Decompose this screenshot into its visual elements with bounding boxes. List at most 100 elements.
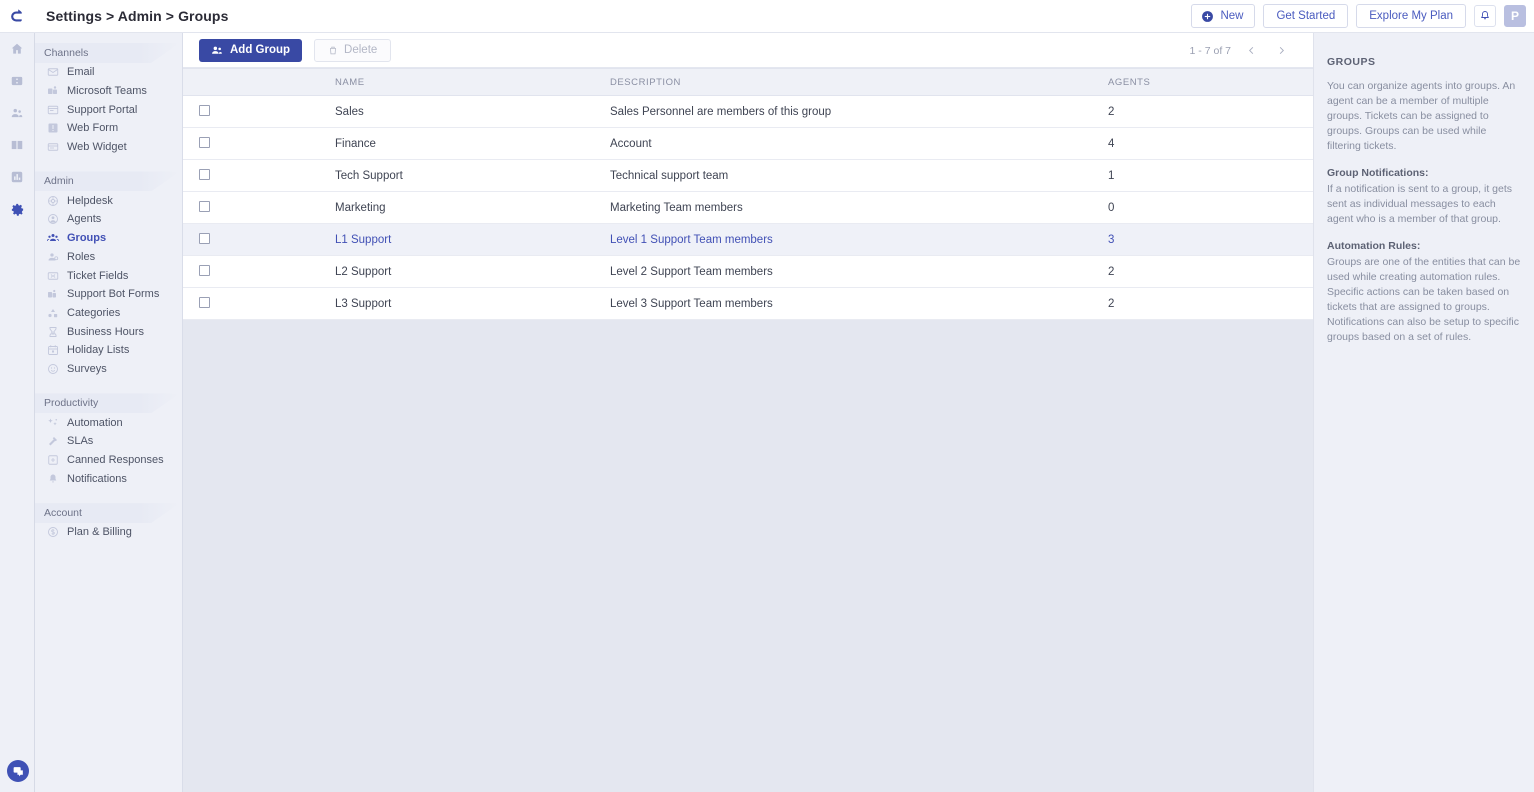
sidebar-item-web-form[interactable]: Web Form bbox=[35, 119, 182, 138]
row-checkbox[interactable] bbox=[199, 169, 210, 180]
explore-my-plan-button[interactable]: Explore My Plan bbox=[1356, 4, 1466, 28]
table-row[interactable]: MarketingMarketing Team members0 bbox=[183, 192, 1313, 224]
help-section-heading: Group Notifications: bbox=[1327, 167, 1521, 179]
row-select-cell bbox=[183, 256, 335, 288]
breadcrumb: Settings > Admin > Groups bbox=[46, 8, 228, 24]
table-row[interactable]: L1 SupportLevel 1 Support Team members3 bbox=[183, 224, 1313, 256]
cell-name[interactable]: L3 Support bbox=[335, 288, 610, 320]
cell-description: Account bbox=[610, 128, 1108, 160]
add-group-label: Add Group bbox=[230, 44, 290, 56]
sidebar-item-canned-responses[interactable]: Canned Responses bbox=[35, 451, 182, 470]
table-row[interactable]: SalesSales Personnel are members of this… bbox=[183, 96, 1313, 128]
sidebar-item-label: Surveys bbox=[67, 363, 107, 375]
sidebar-item-label: Automation bbox=[67, 417, 123, 429]
agent-icon bbox=[47, 213, 59, 225]
sidebar-section-label: Channels bbox=[35, 47, 88, 59]
explore-my-plan-label: Explore My Plan bbox=[1369, 10, 1453, 22]
sidebar-item-email[interactable]: Email bbox=[35, 63, 182, 82]
avatar[interactable]: P bbox=[1504, 5, 1526, 27]
cell-name[interactable]: L1 Support bbox=[335, 224, 610, 256]
get-started-button[interactable]: Get Started bbox=[1263, 4, 1348, 28]
pagination: 1 - 7 of 7 bbox=[1190, 33, 1313, 68]
rail-item-contacts[interactable] bbox=[0, 97, 35, 129]
brand-logo-icon[interactable] bbox=[0, 0, 35, 33]
table-header-row: NAME DESCRIPTION AGENTS bbox=[183, 69, 1313, 96]
sidebar-item-plan-billing[interactable]: Plan & Billing bbox=[35, 523, 182, 542]
table-row[interactable]: Tech SupportTechnical support team1 bbox=[183, 160, 1313, 192]
help-section: Automation Rules:Groups are one of the e… bbox=[1327, 240, 1521, 345]
add-group-button[interactable]: Add Group bbox=[199, 39, 302, 62]
column-header-name[interactable]: NAME bbox=[335, 69, 610, 96]
table-row[interactable]: L2 SupportLevel 2 Support Team members2 bbox=[183, 256, 1313, 288]
sidebar-item-agents[interactable]: Agents bbox=[35, 210, 182, 229]
sidebar-item-categories[interactable]: Categories bbox=[35, 304, 182, 323]
settings-sidebar: Channels EmailMicrosoft TeamsSupport Port… bbox=[35, 33, 183, 792]
cell-agents: 3 bbox=[1108, 224, 1313, 256]
new-button-label: New bbox=[1220, 10, 1243, 22]
chevron-left-icon[interactable] bbox=[1241, 41, 1261, 61]
holiday-lists-icon bbox=[47, 344, 59, 356]
row-checkbox[interactable] bbox=[199, 137, 210, 148]
rail-item-settings[interactable] bbox=[0, 193, 35, 225]
cell-name[interactable]: Marketing bbox=[335, 192, 610, 224]
sidebar-item-business-hours[interactable]: Business Hours bbox=[35, 322, 182, 341]
sidebar-item-surveys[interactable]: Surveys bbox=[35, 360, 182, 379]
row-checkbox[interactable] bbox=[199, 265, 210, 276]
rail-item-knowledge-base[interactable] bbox=[0, 129, 35, 161]
sidebar-item-label: Canned Responses bbox=[67, 454, 164, 466]
sidebar-section-label: Account bbox=[35, 507, 82, 519]
row-select-cell bbox=[183, 224, 335, 256]
cell-agents: 1 bbox=[1108, 160, 1313, 192]
web-widget-icon bbox=[47, 141, 59, 153]
trash-icon bbox=[328, 45, 338, 56]
sidebar-item-ticket-fields[interactable]: Ticket Fields bbox=[35, 266, 182, 285]
cell-agents: 4 bbox=[1108, 128, 1313, 160]
chat-bubble-icon[interactable] bbox=[7, 760, 29, 782]
rail-item-home[interactable] bbox=[0, 33, 35, 65]
notifications-button[interactable] bbox=[1474, 5, 1496, 27]
sidebar-item-slas[interactable]: SLAs bbox=[35, 432, 182, 451]
ticket-fields-icon bbox=[47, 270, 59, 282]
row-select-cell bbox=[183, 288, 335, 320]
sidebar-item-microsoft-teams[interactable]: Microsoft Teams bbox=[35, 82, 182, 101]
sidebar-item-helpdesk[interactable]: Helpdesk bbox=[35, 191, 182, 210]
cell-name[interactable]: L2 Support bbox=[335, 256, 610, 288]
sidebar-item-web-widget[interactable]: Web Widget bbox=[35, 138, 182, 157]
sidebar-section-channels: Channels bbox=[35, 43, 182, 63]
sidebar-item-support-bot-forms[interactable]: Support Bot Forms bbox=[35, 285, 182, 304]
chevron-right-icon[interactable] bbox=[1271, 41, 1291, 61]
new-button[interactable]: New bbox=[1191, 4, 1255, 28]
row-checkbox[interactable] bbox=[199, 201, 210, 212]
sidebar-item-holiday-lists[interactable]: Holiday Lists bbox=[35, 341, 182, 360]
table-row[interactable]: FinanceAccount4 bbox=[183, 128, 1313, 160]
cell-name[interactable]: Sales bbox=[335, 96, 610, 128]
column-header-description[interactable]: DESCRIPTION bbox=[610, 69, 1108, 96]
delete-button[interactable]: Delete bbox=[314, 39, 391, 62]
row-select-cell bbox=[183, 96, 335, 128]
support-bot-forms-icon bbox=[47, 288, 59, 300]
sidebar-item-automation[interactable]: Automation bbox=[35, 413, 182, 432]
cell-name[interactable]: Finance bbox=[335, 128, 610, 160]
sidebar-item-groups[interactable]: Groups bbox=[35, 229, 182, 248]
column-header-agents[interactable]: AGENTS bbox=[1108, 69, 1313, 96]
help-panel-intro: You can organize agents into groups. An … bbox=[1327, 79, 1521, 154]
row-checkbox[interactable] bbox=[199, 297, 210, 308]
rail-item-tickets[interactable] bbox=[0, 65, 35, 97]
groups-toolbar: Add Group Delete 1 - 7 of 7 bbox=[183, 33, 1313, 68]
cell-description: Technical support team bbox=[610, 160, 1108, 192]
sidebar-item-label: Notifications bbox=[67, 473, 127, 485]
row-checkbox[interactable] bbox=[199, 233, 210, 244]
cell-agents: 0 bbox=[1108, 192, 1313, 224]
bell-icon bbox=[1479, 10, 1491, 22]
cell-agents: 2 bbox=[1108, 256, 1313, 288]
row-checkbox[interactable] bbox=[199, 105, 210, 116]
sidebar-item-notifications[interactable]: Notifications bbox=[35, 469, 182, 488]
pagination-label: 1 - 7 of 7 bbox=[1190, 45, 1231, 57]
table-row[interactable]: L3 SupportLevel 3 Support Team members2 bbox=[183, 288, 1313, 320]
cell-name[interactable]: Tech Support bbox=[335, 160, 610, 192]
sidebar-section-admin: Admin bbox=[35, 171, 182, 191]
sidebar-item-label: Web Widget bbox=[67, 141, 127, 153]
rail-item-reports[interactable] bbox=[0, 161, 35, 193]
sidebar-item-roles[interactable]: Roles bbox=[35, 248, 182, 267]
sidebar-item-support-portal[interactable]: Support Portal bbox=[35, 100, 182, 119]
